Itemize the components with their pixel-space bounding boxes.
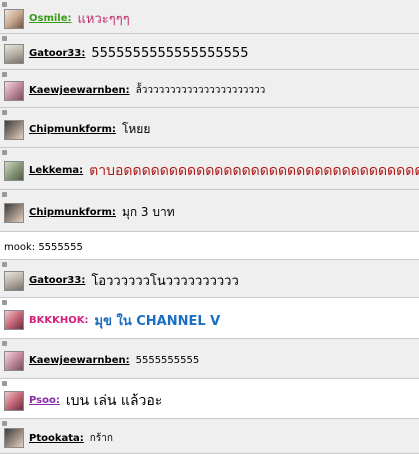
username-link[interactable]: Lekkema: (29, 165, 83, 176)
user-avatar[interactable] (4, 270, 24, 291)
bullet-icon (2, 341, 7, 346)
bullet-icon (2, 72, 7, 77)
chat-message: Kaewjeewarnben: ล้้ววววววววววววววววววววว… (0, 70, 419, 108)
user-avatar[interactable] (4, 160, 24, 181)
bullet-icon (2, 381, 7, 386)
message-text: mook: 5555555 (4, 242, 83, 253)
message-text: มุก 3 บาท (121, 205, 175, 219)
chat-message: mook: 5555555 (0, 232, 419, 260)
username-link[interactable]: Ptookata: (29, 433, 84, 444)
message-text: แหวะๆๆๆ (77, 12, 130, 27)
message-text: กร้าก (89, 432, 113, 444)
chat-message: Ptookata: กร้าก (0, 419, 419, 454)
user-avatar[interactable] (4, 8, 24, 29)
chat-message: Gatoor33: โอววววววโนวววววววววว (0, 260, 419, 298)
user-avatar[interactable] (4, 80, 24, 101)
message-text: ตาบอดดดดดดดดดดดดดดดดดดดดดดดดดดดดดดดดดดด (89, 162, 419, 179)
username-link[interactable]: Chipmunkform: (29, 207, 116, 218)
message-text: เบน เล่น แล้วอะ (65, 392, 163, 409)
bullet-icon (2, 262, 7, 267)
username-link[interactable]: BKKKHOK: (29, 315, 89, 326)
bullet-icon (2, 2, 7, 7)
username-link[interactable]: Osmile: (29, 13, 72, 24)
user-avatar[interactable] (4, 350, 24, 371)
chat-message: Psoo: เบน เล่น แล้วอะ (0, 379, 419, 419)
message-text: ล้้วววววววววววววววววววววว (135, 85, 266, 96)
bullet-icon (2, 150, 7, 155)
username-link[interactable]: Psoo: (29, 395, 60, 406)
bullet-icon (2, 421, 7, 426)
username-link[interactable]: Chipmunkform: (29, 124, 116, 135)
message-text: โหยย (121, 122, 151, 136)
chat-message: Chipmunkform: โหยย (0, 108, 419, 148)
message-text: 5555555555 (135, 355, 200, 366)
user-avatar[interactable] (4, 202, 24, 223)
chat-log: Osmile: แหวะๆๆๆ Gatoor33: 55555555555555… (0, 0, 419, 454)
chat-message: Gatoor33: 5555555555555555555 (0, 34, 419, 70)
bullet-icon (2, 192, 7, 197)
message-text: มุข ใน CHANNEL V (94, 313, 221, 329)
user-avatar[interactable] (4, 390, 24, 411)
user-avatar[interactable] (4, 310, 24, 330)
username-link[interactable]: Kaewjeewarnben: (29, 355, 130, 366)
bullet-icon (2, 110, 7, 115)
chat-message: BKKKHOK: มุข ใน CHANNEL V (0, 298, 419, 339)
username-link[interactable]: Gatoor33: (29, 48, 85, 59)
chat-message: Osmile: แหวะๆๆๆ (0, 0, 419, 34)
chat-message: Lekkema: ตาบอดดดดดดดดดดดดดดดดดดดดดดดดดดด… (0, 148, 419, 190)
username-link[interactable]: Kaewjeewarnben: (29, 85, 130, 96)
message-text: 5555555555555555555 (91, 46, 249, 61)
user-avatar[interactable] (4, 119, 24, 140)
bullet-icon (2, 300, 7, 305)
user-avatar[interactable] (4, 428, 24, 448)
username-link[interactable]: Gatoor33: (29, 275, 85, 286)
bullet-icon (2, 36, 7, 41)
chat-message: Chipmunkform: มุก 3 บาท (0, 190, 419, 232)
chat-message: Kaewjeewarnben: 5555555555 (0, 339, 419, 379)
message-text: โอววววววโนวววววววววว (91, 274, 239, 289)
user-avatar[interactable] (4, 43, 24, 64)
